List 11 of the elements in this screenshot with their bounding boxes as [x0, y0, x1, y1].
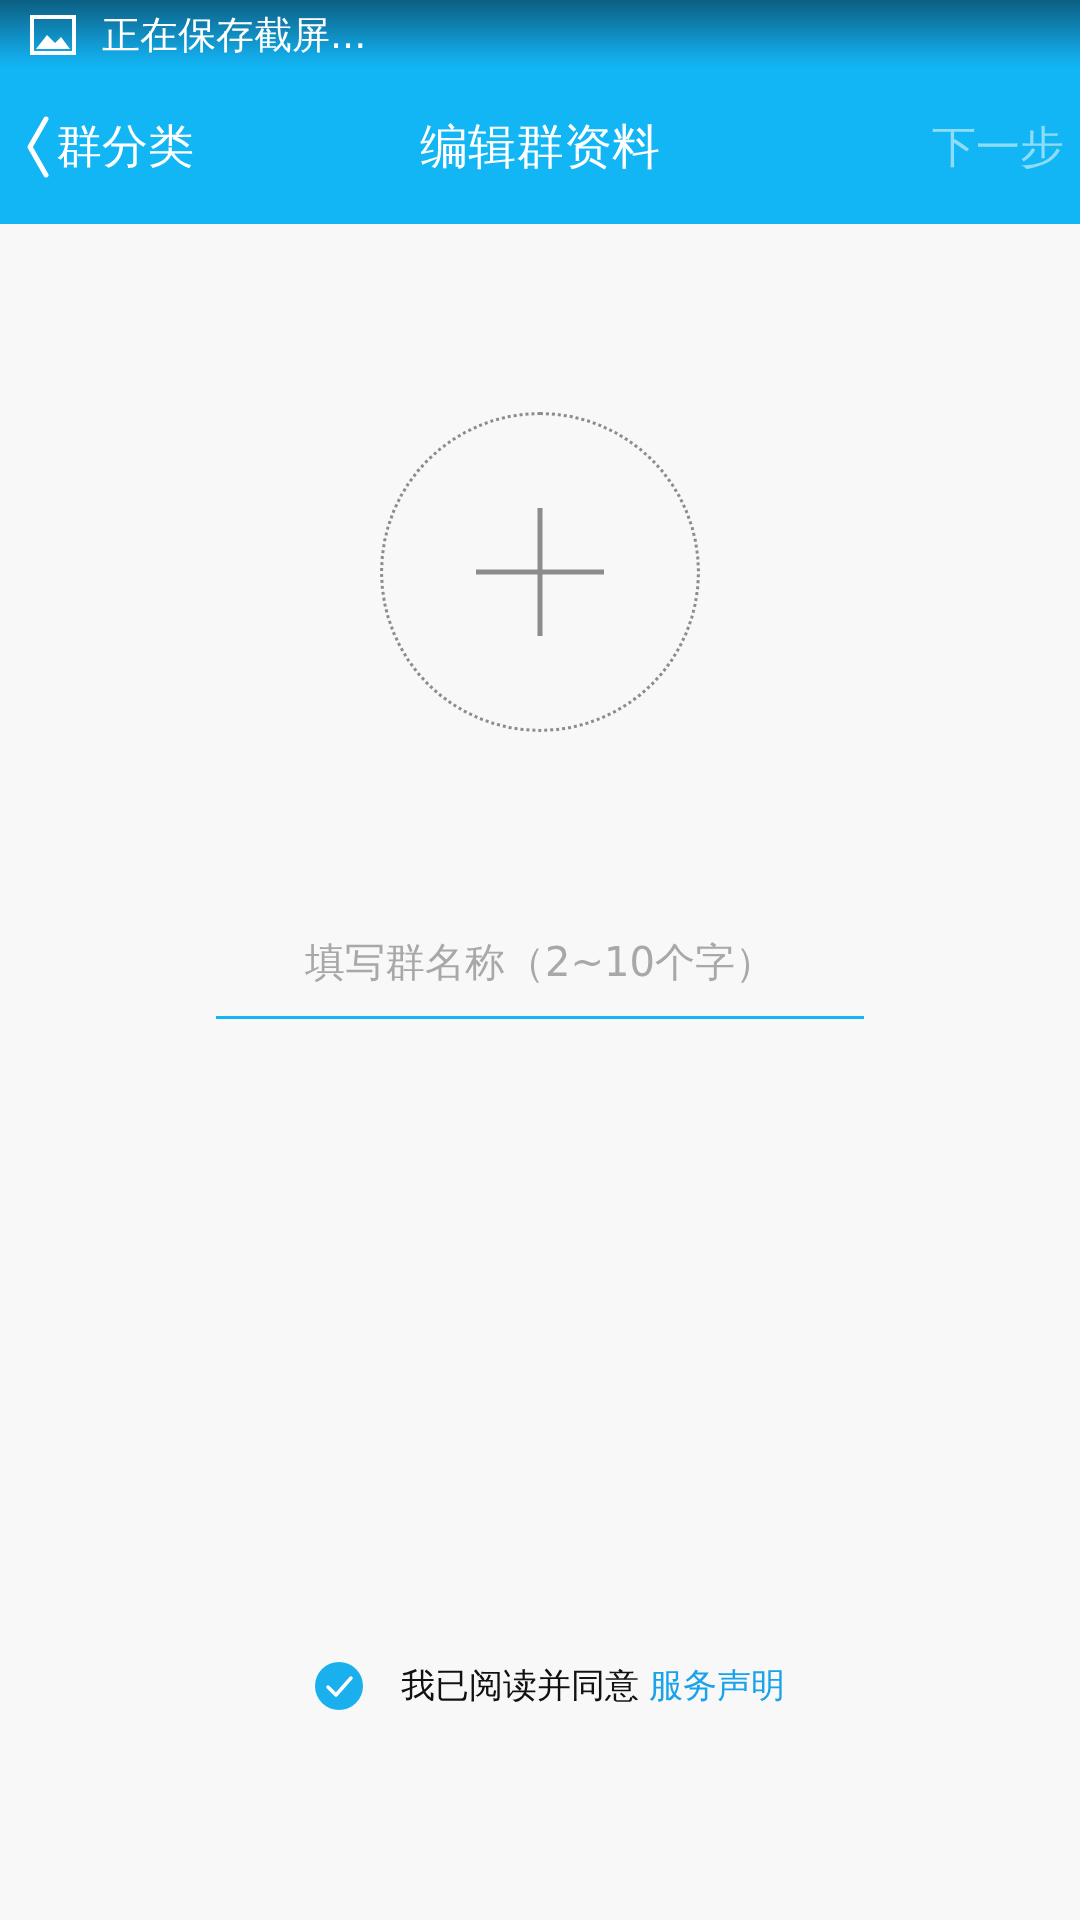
back-button[interactable]: 群分类 [0, 70, 194, 224]
image-icon [30, 15, 76, 55]
page-title: 编辑群资料 [420, 117, 660, 176]
group-name-field[interactable]: 填写群名称（2~10个字） [216, 922, 864, 1019]
notification-text: 正在保存截屏... [102, 11, 367, 59]
terms-link[interactable]: 服务声明 [649, 1663, 785, 1709]
agreement-text: 我已阅读并同意 [401, 1664, 639, 1707]
plus-icon [476, 508, 604, 636]
back-icon [26, 115, 50, 179]
add-photo-button[interactable] [380, 412, 700, 732]
agree-checkbox[interactable] [315, 1662, 363, 1710]
